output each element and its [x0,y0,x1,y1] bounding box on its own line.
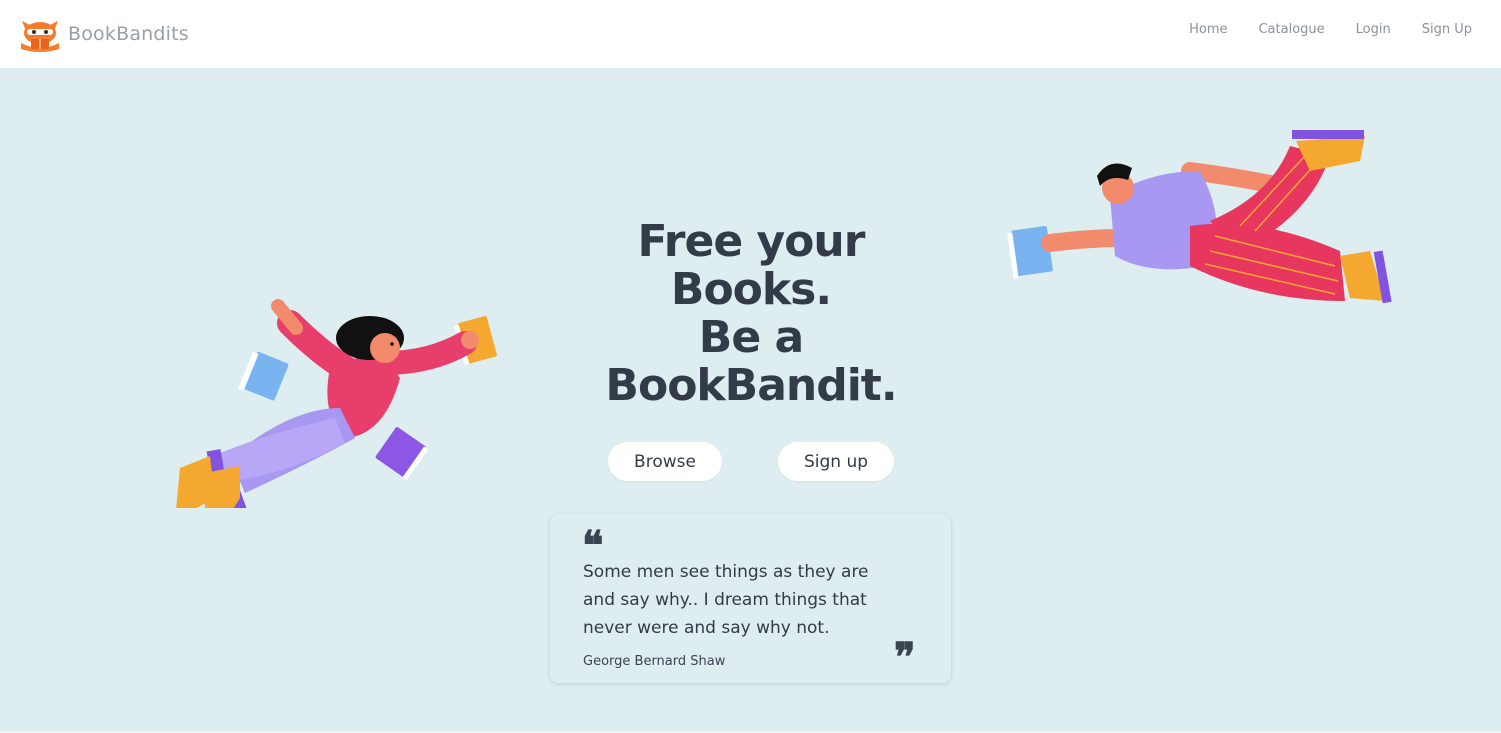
nav-links: Home Catalogue Login Sign Up [1158,22,1472,37]
hero-title-line-1: Free your [637,216,866,267]
nav-home-link[interactable]: Home [1189,22,1227,37]
nav-catalogue-link[interactable]: Catalogue [1258,22,1324,37]
flying-man-with-book-illustration [1007,130,1392,304]
quote-text: Some men see things as they are and say … [583,562,869,638]
hero-title-line-4: BookBandit. [605,360,897,411]
browse-button[interactable]: Browse [608,442,722,481]
hero-title-line-3: Be a [698,312,804,363]
brand-link[interactable]: BookBandits [18,14,189,54]
nav-signup-link[interactable]: Sign Up [1422,22,1472,37]
nav-login-link[interactable]: Login [1356,22,1391,37]
close-quote-icon: ❞ [894,634,916,681]
hero-section: Free your Books. Be a BookBandit. Browse… [0,68,1501,733]
flying-woman-with-books-illustration [176,299,497,508]
top-navbar: BookBandits Home Catalogue Login Sign Up [0,0,1501,68]
signup-button[interactable]: Sign up [778,442,894,481]
hero-title: Free your Books. Be a BookBandit. [560,218,942,410]
hero-title-line-2: Books. [670,264,832,315]
quote-card: ❝ Some men see things as they are and sa… [550,514,951,683]
brand-name: BookBandits [68,23,189,45]
quote-author: George Bernard Shaw [583,654,726,669]
raccoon-bandit-icon [21,21,59,52]
